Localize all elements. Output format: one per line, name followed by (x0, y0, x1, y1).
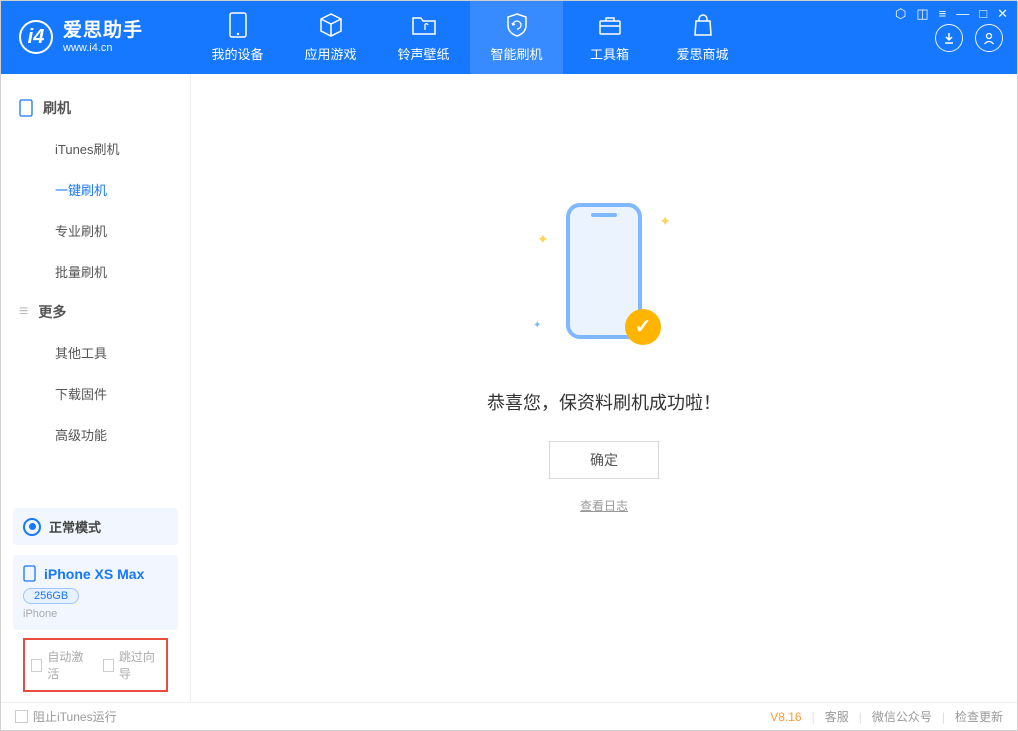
download-button[interactable] (935, 24, 963, 52)
tab-ringtones-wallpapers[interactable]: 铃声壁纸 (377, 1, 470, 74)
device-panel: 正常模式 iPhone XS Max 256GB iPhone 自动激活 跳过向… (1, 498, 190, 702)
tab-toolbox[interactable]: 工具箱 (563, 1, 656, 74)
app-header: ⬡ ◫ ≡ — □ ✕ i4 爱思助手 www.i4.cn 我的设备 应用游戏 … (1, 1, 1017, 74)
sidebar-item-oneclick-flash[interactable]: 一键刷机 (1, 169, 190, 210)
shield-refresh-icon (504, 12, 530, 38)
view-log-link[interactable]: 查看日志 (580, 497, 628, 514)
main-tabs: 我的设备 应用游戏 铃声壁纸 智能刷机 工具箱 爱思商城 (191, 1, 749, 74)
device-mode[interactable]: 正常模式 (13, 508, 178, 545)
app-url: www.i4.cn (63, 42, 143, 55)
sidebar-item-batch-flash[interactable]: 批量刷机 (1, 251, 190, 292)
sidebar-item-advanced[interactable]: 高级功能 (1, 414, 190, 455)
bag-icon (690, 12, 716, 38)
music-folder-icon (411, 12, 437, 38)
skin-icon[interactable]: ◫ (916, 6, 928, 22)
sparkle-icon: ✦ (533, 320, 541, 331)
menu-icon[interactable]: ≡ (939, 6, 947, 22)
checkbox-block-itunes[interactable]: 阻止iTunes运行 (15, 708, 117, 725)
ok-button[interactable]: 确定 (549, 441, 659, 479)
footer-link-wechat[interactable]: 微信公众号 (872, 708, 932, 725)
success-message: 恭喜您，保资料刷机成功啦！ (487, 389, 721, 415)
tab-my-device[interactable]: 我的设备 (191, 1, 284, 74)
logo-icon: i4 (19, 20, 53, 54)
header-right (935, 24, 1017, 52)
phone-icon (19, 99, 33, 117)
success-illustration: ✦ ✦ ✦ ✓ (529, 203, 679, 363)
logo: i4 爱思助手 www.i4.cn (1, 20, 191, 54)
footer-link-support[interactable]: 客服 (825, 708, 849, 725)
sparkle-icon: ✦ (659, 213, 671, 230)
tab-store[interactable]: 爱思商城 (656, 1, 749, 74)
sidebar-group-flash: 刷机 (1, 88, 190, 128)
checkbox-auto-activate[interactable]: 自动激活 (31, 648, 89, 682)
tab-smart-flash[interactable]: 智能刷机 (470, 1, 563, 74)
check-icon: ✓ (625, 309, 661, 345)
maximize-icon[interactable]: □ (979, 6, 987, 22)
close-icon[interactable]: ✕ (997, 6, 1008, 22)
storage-badge: 256GB (23, 588, 79, 604)
sidebar-group-more: ≡ 更多 (1, 292, 190, 332)
user-button[interactable] (975, 24, 1003, 52)
flash-options-highlighted: 自动激活 跳过向导 (23, 638, 168, 692)
device-icon (225, 12, 251, 38)
version-label: V8.16 (770, 710, 801, 724)
tab-apps-games[interactable]: 应用游戏 (284, 1, 377, 74)
toolbox-icon (597, 12, 623, 38)
sidebar-item-itunes-flash[interactable]: iTunes刷机 (1, 128, 190, 169)
sidebar: 刷机 iTunes刷机 一键刷机 专业刷机 批量刷机 ≡ 更多 其他工具 下载固… (1, 74, 191, 702)
feedback-icon[interactable]: ⬡ (895, 6, 906, 22)
sparkle-icon: ✦ (537, 231, 549, 248)
app-name: 爱思助手 (63, 20, 143, 42)
device-type: iPhone (23, 608, 168, 620)
connected-device[interactable]: iPhone XS Max 256GB iPhone (13, 555, 178, 630)
footer-link-update[interactable]: 检查更新 (955, 708, 1003, 725)
status-bar: 阻止iTunes运行 V8.16 | 客服 | 微信公众号 | 检查更新 (1, 702, 1017, 730)
list-icon: ≡ (19, 303, 28, 321)
window-controls: ⬡ ◫ ≡ — □ ✕ (895, 6, 1008, 22)
cube-icon (318, 12, 344, 38)
minimize-icon[interactable]: — (956, 6, 969, 22)
sidebar-item-download-firmware[interactable]: 下载固件 (1, 373, 190, 414)
mode-dot-icon (23, 518, 41, 536)
checkbox-skip-guide[interactable]: 跳过向导 (103, 648, 161, 682)
sidebar-item-pro-flash[interactable]: 专业刷机 (1, 210, 190, 251)
sidebar-item-other-tools[interactable]: 其他工具 (1, 332, 190, 373)
phone-outline-icon (23, 565, 36, 582)
main-content: ✦ ✦ ✦ ✓ 恭喜您，保资料刷机成功啦！ 确定 查看日志 (191, 74, 1017, 702)
